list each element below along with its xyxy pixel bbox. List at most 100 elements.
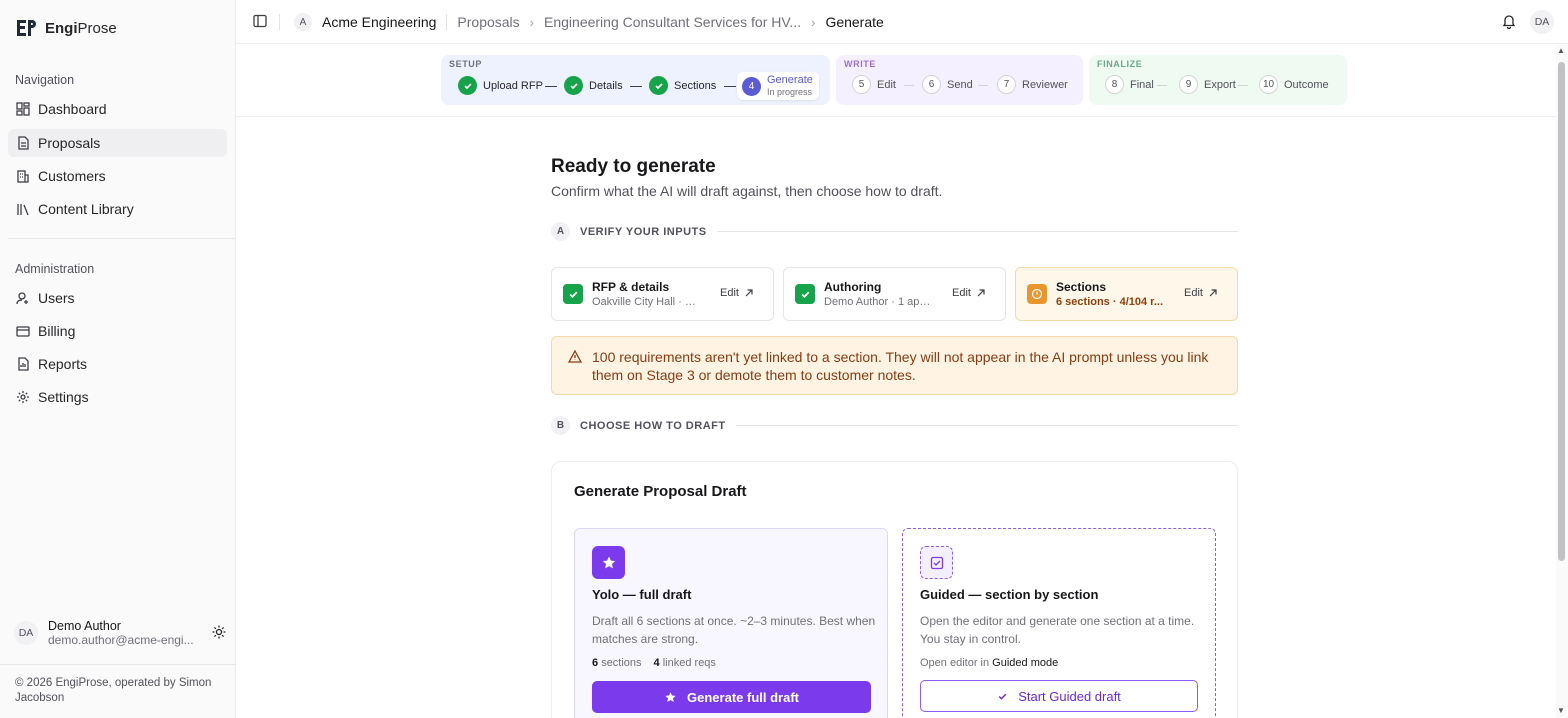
- step-send[interactable]: 6 Send: [922, 75, 973, 94]
- mode-name: Guided mode: [992, 657, 1059, 669]
- section-label: VERIFY YOUR INPUTS: [580, 225, 707, 238]
- brand-name-b: Prose: [77, 19, 117, 37]
- step-connector: [1238, 85, 1248, 86]
- sidebar-item-settings[interactable]: Settings: [8, 383, 227, 411]
- option-yolo[interactable]: Yolo — full draft Draft all 6 sections a…: [574, 528, 888, 718]
- section-verify-inputs: A VERIFY YOUR INPUTS: [551, 222, 1238, 241]
- step-export[interactable]: 9 Export: [1179, 75, 1236, 94]
- step-connector: [978, 85, 988, 86]
- page-title: Ready to generate: [551, 156, 716, 177]
- step-number: 4: [742, 76, 761, 96]
- step-label: Send: [947, 78, 973, 91]
- scroll-up-icon[interactable]: ▲: [1557, 46, 1565, 55]
- crumb-proposal[interactable]: Engineering Consultant Services for HV..…: [544, 14, 801, 30]
- stage-finalize: FINALIZE 8 Final 9 Export 10 Outcome: [1089, 55, 1347, 105]
- footer-divider: [0, 664, 236, 665]
- edit-authoring-link[interactable]: Edit: [952, 287, 985, 299]
- theme-toggle-sun-icon[interactable]: [212, 625, 226, 642]
- user-menu[interactable]: DA Demo Author demo.author@acme-engi...: [14, 619, 226, 647]
- sections-label: sections: [601, 657, 642, 669]
- step-number: 7: [997, 75, 1016, 94]
- building-icon: [16, 169, 30, 183]
- unlinked-requirements-alert: 100 requirements aren't yet linked to a …: [551, 336, 1238, 395]
- scrollbar-thumb[interactable]: [1558, 62, 1565, 561]
- divider: [279, 14, 280, 30]
- input-card-summary: 6 sections · 4/104 r...: [1056, 296, 1164, 308]
- sidebar-item-billing[interactable]: Billing: [8, 317, 227, 345]
- input-card-authoring: Authoring Demo Author · 1 app... Edit: [783, 267, 1006, 321]
- edit-label: Edit: [1184, 287, 1203, 299]
- option-guided[interactable]: Guided — section by section Open the edi…: [902, 528, 1216, 718]
- sidebar-item-label: Users: [38, 290, 75, 306]
- credit-card-icon: [16, 324, 30, 338]
- edit-rfp-details-link[interactable]: Edit: [720, 287, 753, 299]
- section-badge: B: [551, 416, 570, 435]
- warning-triangle-icon: [567, 349, 583, 366]
- generate-draft-card: Generate Proposal Draft Yolo — full draf…: [551, 461, 1238, 718]
- scroll-down-icon[interactable]: ▼: [1557, 706, 1565, 715]
- brand[interactable]: EngiProse: [15, 18, 117, 38]
- page-subtitle: Confirm what the AI will draft against, …: [551, 183, 943, 199]
- step-number: 5: [852, 75, 871, 94]
- star-icon: [592, 546, 625, 579]
- step-label: Upload RFP: [483, 79, 543, 92]
- section-badge: A: [551, 222, 570, 241]
- check-icon: [563, 284, 583, 304]
- step-label: Final: [1130, 78, 1154, 91]
- bell-icon[interactable]: [1502, 14, 1516, 32]
- input-card-title: RFP & details: [592, 280, 670, 294]
- arrow-up-right-icon: [1209, 289, 1217, 297]
- topbar-avatar[interactable]: DA: [1530, 10, 1554, 34]
- check-icon: [795, 284, 815, 304]
- user-icon: [16, 291, 30, 305]
- user-name: Demo Author: [48, 619, 121, 633]
- option-description: Draft all 6 sections at once. ~2–3 minut…: [592, 614, 876, 646]
- reqs-count: 4: [653, 657, 660, 669]
- start-guided-draft-button[interactable]: Start Guided draft: [920, 680, 1198, 712]
- sidebar-item-dashboard[interactable]: Dashboard: [8, 95, 227, 123]
- input-card-title: Sections: [1056, 280, 1107, 294]
- crumb-org[interactable]: Acme Engineering: [322, 14, 436, 30]
- sidebar-item-proposals[interactable]: Proposals: [8, 129, 227, 157]
- step-final[interactable]: 8 Final: [1105, 75, 1154, 94]
- step-connector: [630, 86, 642, 87]
- stage-setup: SETUP Upload RFP Details Sections 4 Gene…: [441, 55, 830, 105]
- edit-label: Edit: [720, 287, 739, 299]
- alert-text: 100 requirements aren't yet linked to a …: [592, 349, 1209, 383]
- step-edit[interactable]: 5 Edit: [852, 75, 896, 94]
- gear-icon: [16, 390, 30, 404]
- step-generate-current[interactable]: 4 Generate In progress: [737, 72, 819, 100]
- sidebar-item-label: Reports: [38, 356, 88, 372]
- check-icon: [649, 76, 668, 95]
- generate-full-draft-button[interactable]: Generate full draft: [592, 681, 871, 713]
- generate-card-title: Generate Proposal Draft: [574, 483, 747, 500]
- step-label: Details: [589, 79, 623, 92]
- reqs-label: linked reqs: [662, 657, 716, 669]
- step-outcome[interactable]: 10 Outcome: [1259, 75, 1329, 94]
- step-details[interactable]: Details: [564, 76, 623, 95]
- button-label: Generate full draft: [687, 689, 799, 705]
- stage-write: WRITE 5 Edit 6 Send 7 Reviewer: [836, 55, 1083, 105]
- document-icon: [16, 136, 30, 150]
- step-connector: [904, 85, 914, 86]
- sidebar-item-customers[interactable]: Customers: [8, 162, 227, 190]
- crumb-proposals[interactable]: Proposals: [457, 14, 519, 30]
- edit-label: Edit: [952, 287, 971, 299]
- dashboard-icon: [16, 102, 30, 116]
- step-reviewer[interactable]: 7 Reviewer: [997, 75, 1068, 94]
- sidebar-divider: [8, 238, 236, 239]
- divider: [716, 231, 1238, 232]
- input-card-rfp-details: RFP & details Oakville City Hall · D... …: [551, 267, 774, 321]
- step-connector: [724, 86, 736, 87]
- input-card-summary: Demo Author · 1 app...: [824, 296, 934, 308]
- step-status: In progress: [767, 87, 813, 97]
- sidebar-item-content-library[interactable]: Content Library: [8, 195, 227, 223]
- step-sections[interactable]: Sections: [649, 76, 716, 95]
- step-upload-rfp[interactable]: Upload RFP: [458, 76, 543, 95]
- sidebar-item-users[interactable]: Users: [8, 284, 227, 312]
- input-card-sections: Sections 6 sections · 4/104 r... Edit: [1015, 267, 1238, 321]
- check-icon: [998, 693, 1007, 700]
- sidebar-item-reports[interactable]: Reports: [8, 350, 227, 378]
- edit-sections-link[interactable]: Edit: [1184, 287, 1217, 299]
- sidebar-toggle-icon[interactable]: [253, 14, 267, 31]
